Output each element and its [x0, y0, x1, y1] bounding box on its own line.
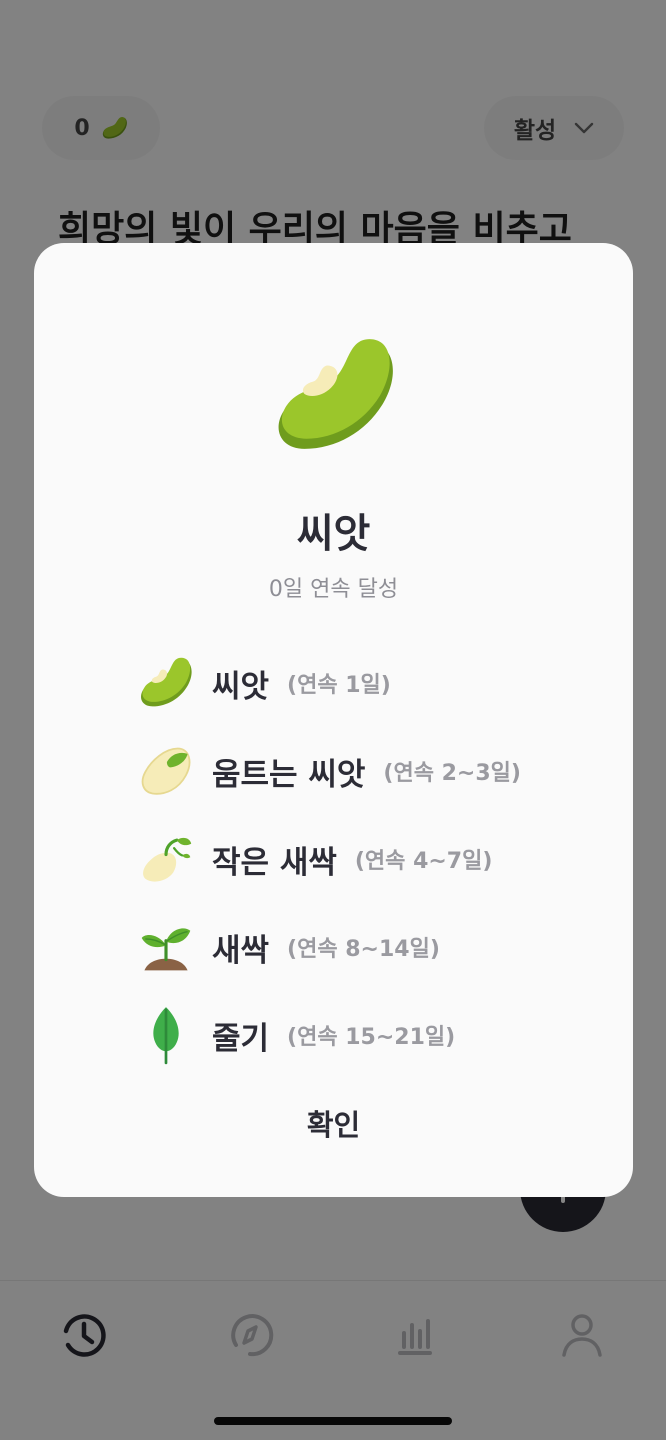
stage-range: (연속 4~7일): [354, 849, 493, 874]
streak-stage-modal: 씨앗 0일 연속 달성 씨앗 (연속 1일) 움트는 씨앗 (연속 2~3일): [34, 243, 633, 1197]
stage-name: 움트는 씨앗: [212, 756, 366, 793]
stage-range: (연속 2~3일): [383, 761, 521, 786]
bean-seed-icon: [141, 657, 192, 707]
stage-item-sprouting-seed: 움트는 씨앗 (연속 2~3일): [138, 741, 598, 801]
stage-item-seedling: 새싹 (연속 8~14일): [138, 917, 598, 977]
stage-name: 새싹: [212, 932, 270, 969]
bean-seed-icon: [278, 339, 393, 449]
stage-name: 줄기: [212, 1020, 270, 1057]
stage-range: (연속 8~14일): [287, 937, 440, 962]
seedling-icon: [141, 928, 191, 971]
stage-item-small-sprout: 작은 새싹 (연속 4~7일): [138, 829, 598, 889]
stage-item-seed: 씨앗 (연속 1일): [138, 653, 598, 713]
stage-item-stem: 줄기 (연속 15~21일): [138, 1005, 598, 1065]
confirm-button[interactable]: 확인: [234, 1093, 433, 1153]
sprouting-seed-icon: [141, 747, 191, 795]
stage-name: 씨앗: [212, 668, 270, 705]
small-sprout-icon: [143, 837, 192, 882]
leaf-stem-icon: [153, 1007, 179, 1065]
stage-name: 작은 새싹: [212, 844, 337, 881]
stage-range: (연속 1일): [287, 673, 391, 698]
modal-subtitle: 0일 연속 달성: [268, 577, 399, 602]
modal-title: 씨앗: [296, 511, 371, 557]
stage-range: (연속 15~21일): [287, 1025, 456, 1050]
